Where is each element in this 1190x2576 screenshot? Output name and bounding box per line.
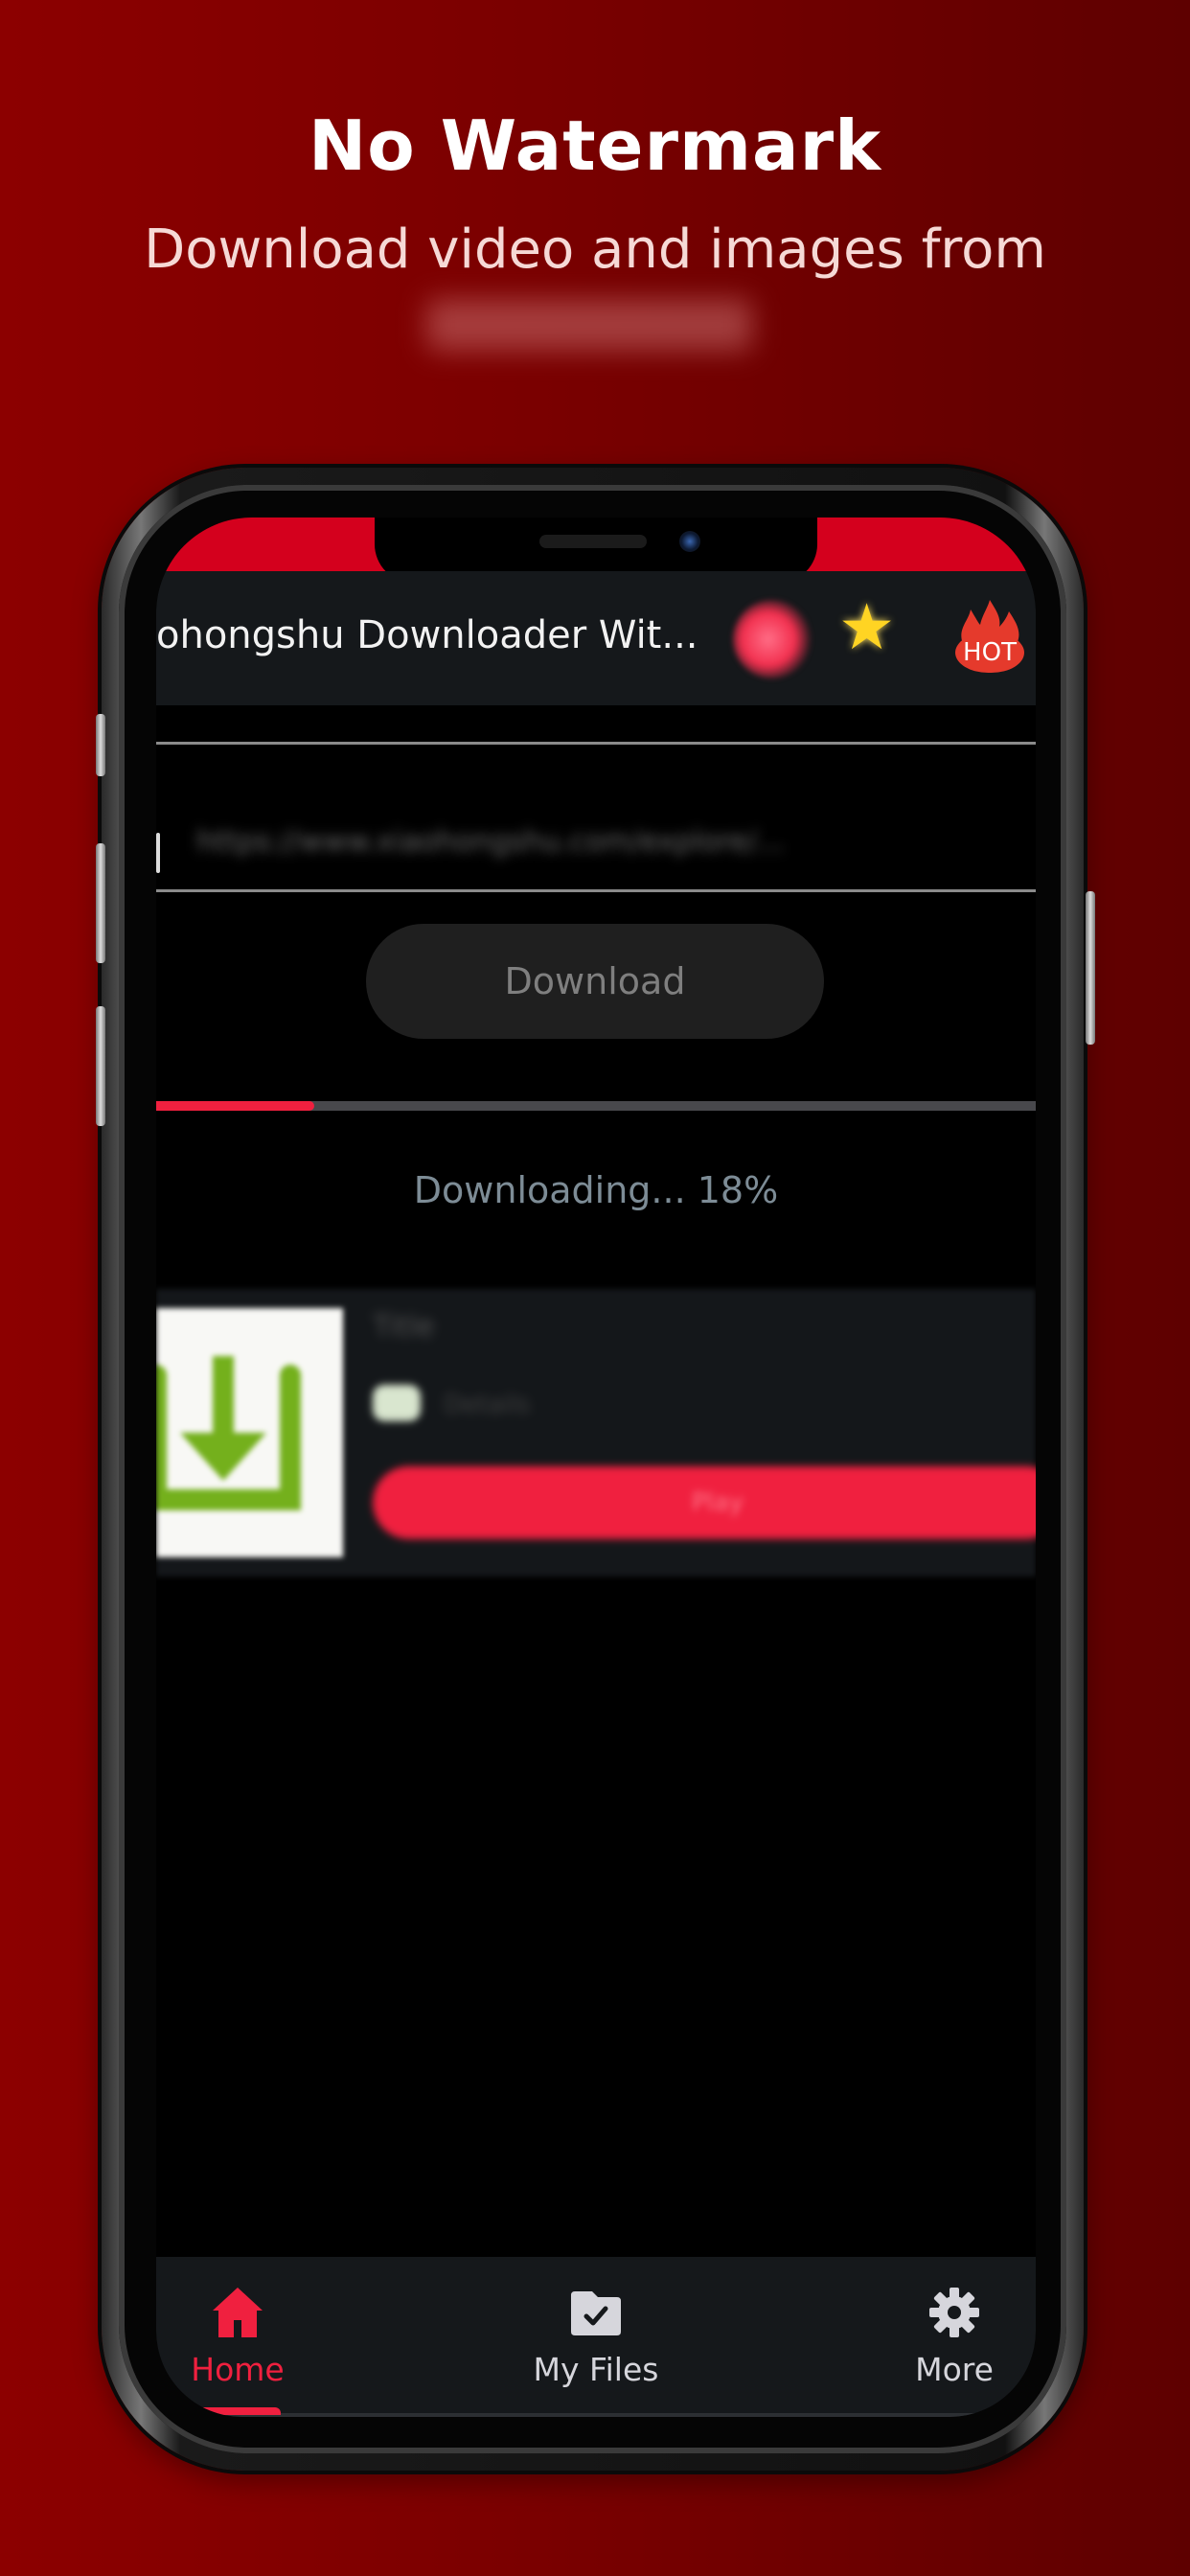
url-value: https://www.xiaohongshu.com/explore/... [196, 825, 785, 859]
nav-label-my-files: My Files [533, 2351, 659, 2388]
phone-power-button [1086, 891, 1095, 1045]
promo-blurred-source [426, 299, 752, 351]
bottom-nav: Home My Files More [156, 2257, 1036, 2417]
promo-title: No Watermark [309, 105, 881, 186]
app-header: ohongshu Downloader Wit... ★ HOT [156, 571, 1036, 705]
hot-badge: HOT [955, 632, 1024, 673]
url-input[interactable]: https://www.xiaohongshu.com/explore/... [156, 748, 1036, 891]
promo-subtitle: Download video and images from [144, 218, 1046, 281]
app-title: ohongshu Downloader Wit... [156, 613, 698, 657]
hot-fire-icon[interactable]: HOT [953, 600, 1026, 677]
file-card[interactable]: Title Details Play [156, 1289, 1036, 1576]
progress-label: Downloading... 18% [413, 1169, 779, 1211]
divider-top [156, 742, 1036, 745]
progress-fill [156, 1101, 315, 1111]
file-type-pill [373, 1385, 421, 1421]
star-face-icon[interactable]: ★ [838, 596, 895, 659]
text-caret [156, 833, 160, 873]
download-tray-icon [156, 1356, 301, 1510]
record-dot-icon[interactable] [733, 600, 812, 678]
divider-bottom [156, 889, 1036, 892]
nav-active-indicator [195, 2407, 281, 2415]
phone-volume-up [96, 843, 105, 963]
folder-check-icon [571, 2291, 621, 2335]
nav-baseline [156, 2413, 1036, 2417]
front-camera [679, 531, 700, 552]
file-action-button[interactable]: Play [373, 1466, 1036, 1539]
phone-volume-down [96, 1006, 105, 1126]
file-title: Title [373, 1310, 435, 1344]
phone-side-button [96, 714, 105, 776]
nav-item-more[interactable]: More [858, 2257, 1036, 2401]
nav-label-more: More [915, 2351, 994, 2388]
speaker-grille [539, 535, 647, 548]
gear-icon [929, 2288, 979, 2337]
progress-bar [156, 1101, 1036, 1111]
download-button[interactable]: Download [366, 924, 824, 1039]
nav-label-home: Home [191, 2351, 285, 2388]
nav-item-home[interactable]: Home [156, 2257, 333, 2401]
phone-screen: ohongshu Downloader Wit... ★ HOT https:/… [156, 518, 1036, 2417]
nav-item-my-files[interactable]: My Files [500, 2257, 692, 2401]
file-thumbnail [156, 1308, 343, 1557]
home-icon [213, 2288, 263, 2337]
file-meta: Details [444, 1391, 531, 1419]
